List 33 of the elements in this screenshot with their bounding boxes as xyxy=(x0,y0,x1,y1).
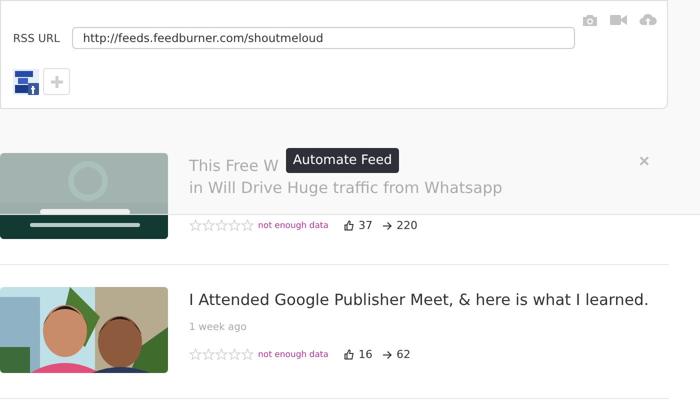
post-title[interactable]: I Attended Google Publisher Meet, & here is what I learned. xyxy=(189,289,649,311)
account-avatar-icon[interactable] xyxy=(13,68,39,94)
like-count: 16 xyxy=(358,348,372,361)
close-button[interactable]: × xyxy=(639,152,650,170)
tooltip: Automate Feed xyxy=(286,148,400,173)
post-title[interactable]: This Free W xyxy=(189,155,279,177)
share-count: 62 xyxy=(396,348,410,361)
rating-note: not enough data xyxy=(258,220,328,230)
video-camera-icon[interactable] xyxy=(610,14,627,26)
like-count: 37 xyxy=(358,219,372,232)
star-icon xyxy=(202,348,215,361)
star-icon xyxy=(215,219,228,232)
thumbs-up-icon xyxy=(344,349,354,360)
share-count: 220 xyxy=(396,219,418,232)
camera-icon[interactable] xyxy=(582,14,598,26)
rss-url-field[interactable]: http://feeds.feedburner.com/shoutmeloud xyxy=(72,27,575,49)
star-icon xyxy=(241,348,254,361)
thumbs-up-icon xyxy=(344,220,354,231)
arrow-icon xyxy=(382,220,392,230)
post-title[interactable]: in Will Drive Huge traffic from Whatsapp xyxy=(189,177,502,199)
star-icon xyxy=(189,219,202,232)
star-icon xyxy=(241,219,254,232)
star-icon xyxy=(215,348,228,361)
star-icon xyxy=(189,348,202,361)
plus-icon xyxy=(50,74,64,88)
rating-note: not enough data xyxy=(258,350,328,360)
star-icon xyxy=(202,219,215,232)
post-time: 1 week ago xyxy=(189,322,248,335)
cloud-upload-icon[interactable] xyxy=(639,13,657,27)
rss-label: RSS URL xyxy=(13,32,60,44)
star-icon xyxy=(228,219,241,232)
star-icon xyxy=(228,348,241,361)
arrow-icon xyxy=(382,350,392,360)
